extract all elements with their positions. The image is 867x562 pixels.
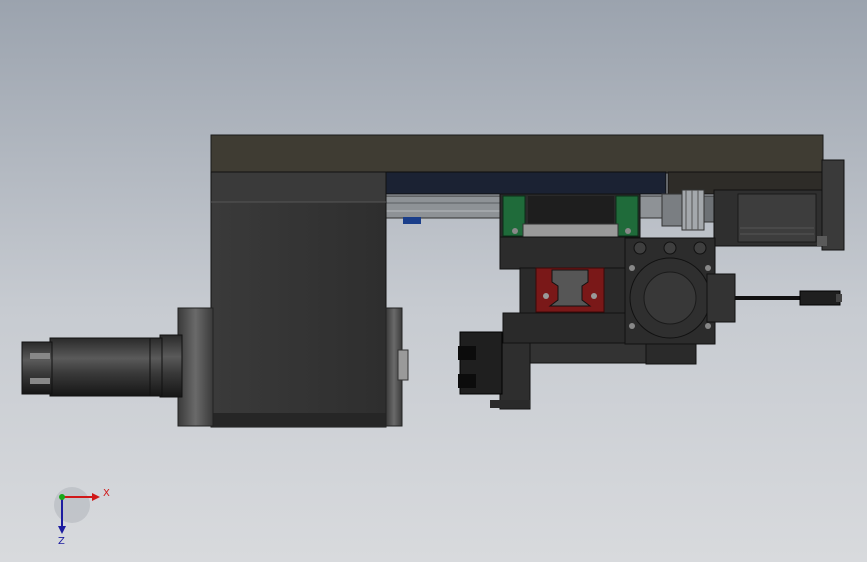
z-axis-label: Z [58,536,65,547]
orientation-triad: X Z [54,487,110,547]
z-axis-arrow-head [58,526,66,534]
triad-sphere [54,487,90,523]
x-axis-label: X [103,488,110,499]
x-axis-arrow-head [92,493,100,501]
cad-viewport[interactable]: X Z [0,0,867,562]
y-axis-dot [59,494,65,500]
